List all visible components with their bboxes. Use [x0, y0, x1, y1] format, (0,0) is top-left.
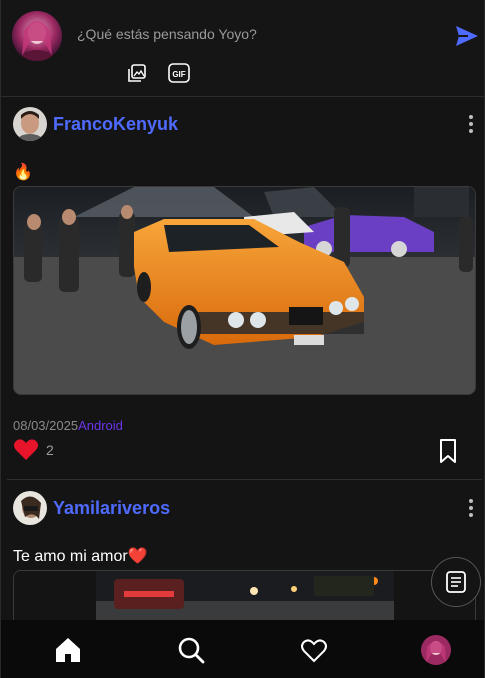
- heart-icon[interactable]: [13, 438, 39, 462]
- post-card: Yamilariveros Te amo mi amor❤️: [1, 481, 484, 630]
- gif-icon[interactable]: GIF: [167, 62, 191, 84]
- image-gallery-icon[interactable]: [126, 62, 148, 84]
- feed-icon: [446, 571, 466, 593]
- bookmark-icon[interactable]: [437, 438, 459, 464]
- bottom-navigation: [1, 620, 484, 678]
- send-icon[interactable]: [453, 22, 481, 50]
- post-caption: 🔥: [13, 164, 33, 181]
- post-image[interactable]: [13, 186, 476, 395]
- author-avatar[interactable]: [13, 491, 47, 525]
- home-icon[interactable]: [53, 635, 83, 665]
- gif-label: GIF: [172, 70, 185, 79]
- post-meta: 08/03/2025Android: [13, 418, 123, 433]
- author-username[interactable]: Yamilariveros: [53, 498, 170, 519]
- feed-button[interactable]: [431, 557, 481, 607]
- like-count: 2: [46, 442, 54, 458]
- search-icon[interactable]: [176, 635, 206, 665]
- composer-input[interactable]: ¿Qué estás pensando Yoyo?: [77, 26, 257, 42]
- post-composer: ¿Qué estás pensando Yoyo? GIF: [1, 0, 484, 97]
- heart-icon[interactable]: [299, 635, 329, 665]
- author-avatar[interactable]: [13, 107, 47, 141]
- post-platform: Android: [78, 418, 123, 433]
- post-date: 08/03/2025: [13, 418, 79, 433]
- more-options-icon[interactable]: [463, 113, 479, 135]
- author-username[interactable]: FrancoKenyuk: [53, 114, 178, 135]
- post-card: FrancoKenyuk 🔥 08/03/2025Android 2: [1, 98, 484, 480]
- current-user-avatar[interactable]: [12, 11, 62, 61]
- post-divider: [7, 479, 482, 480]
- profile-avatar[interactable]: [421, 635, 451, 665]
- post-caption: Te amo mi amor❤️: [13, 548, 148, 565]
- more-options-icon[interactable]: [463, 497, 479, 519]
- app-window: ¿Qué estás pensando Yoyo? GIF FrancoKeny…: [0, 0, 485, 678]
